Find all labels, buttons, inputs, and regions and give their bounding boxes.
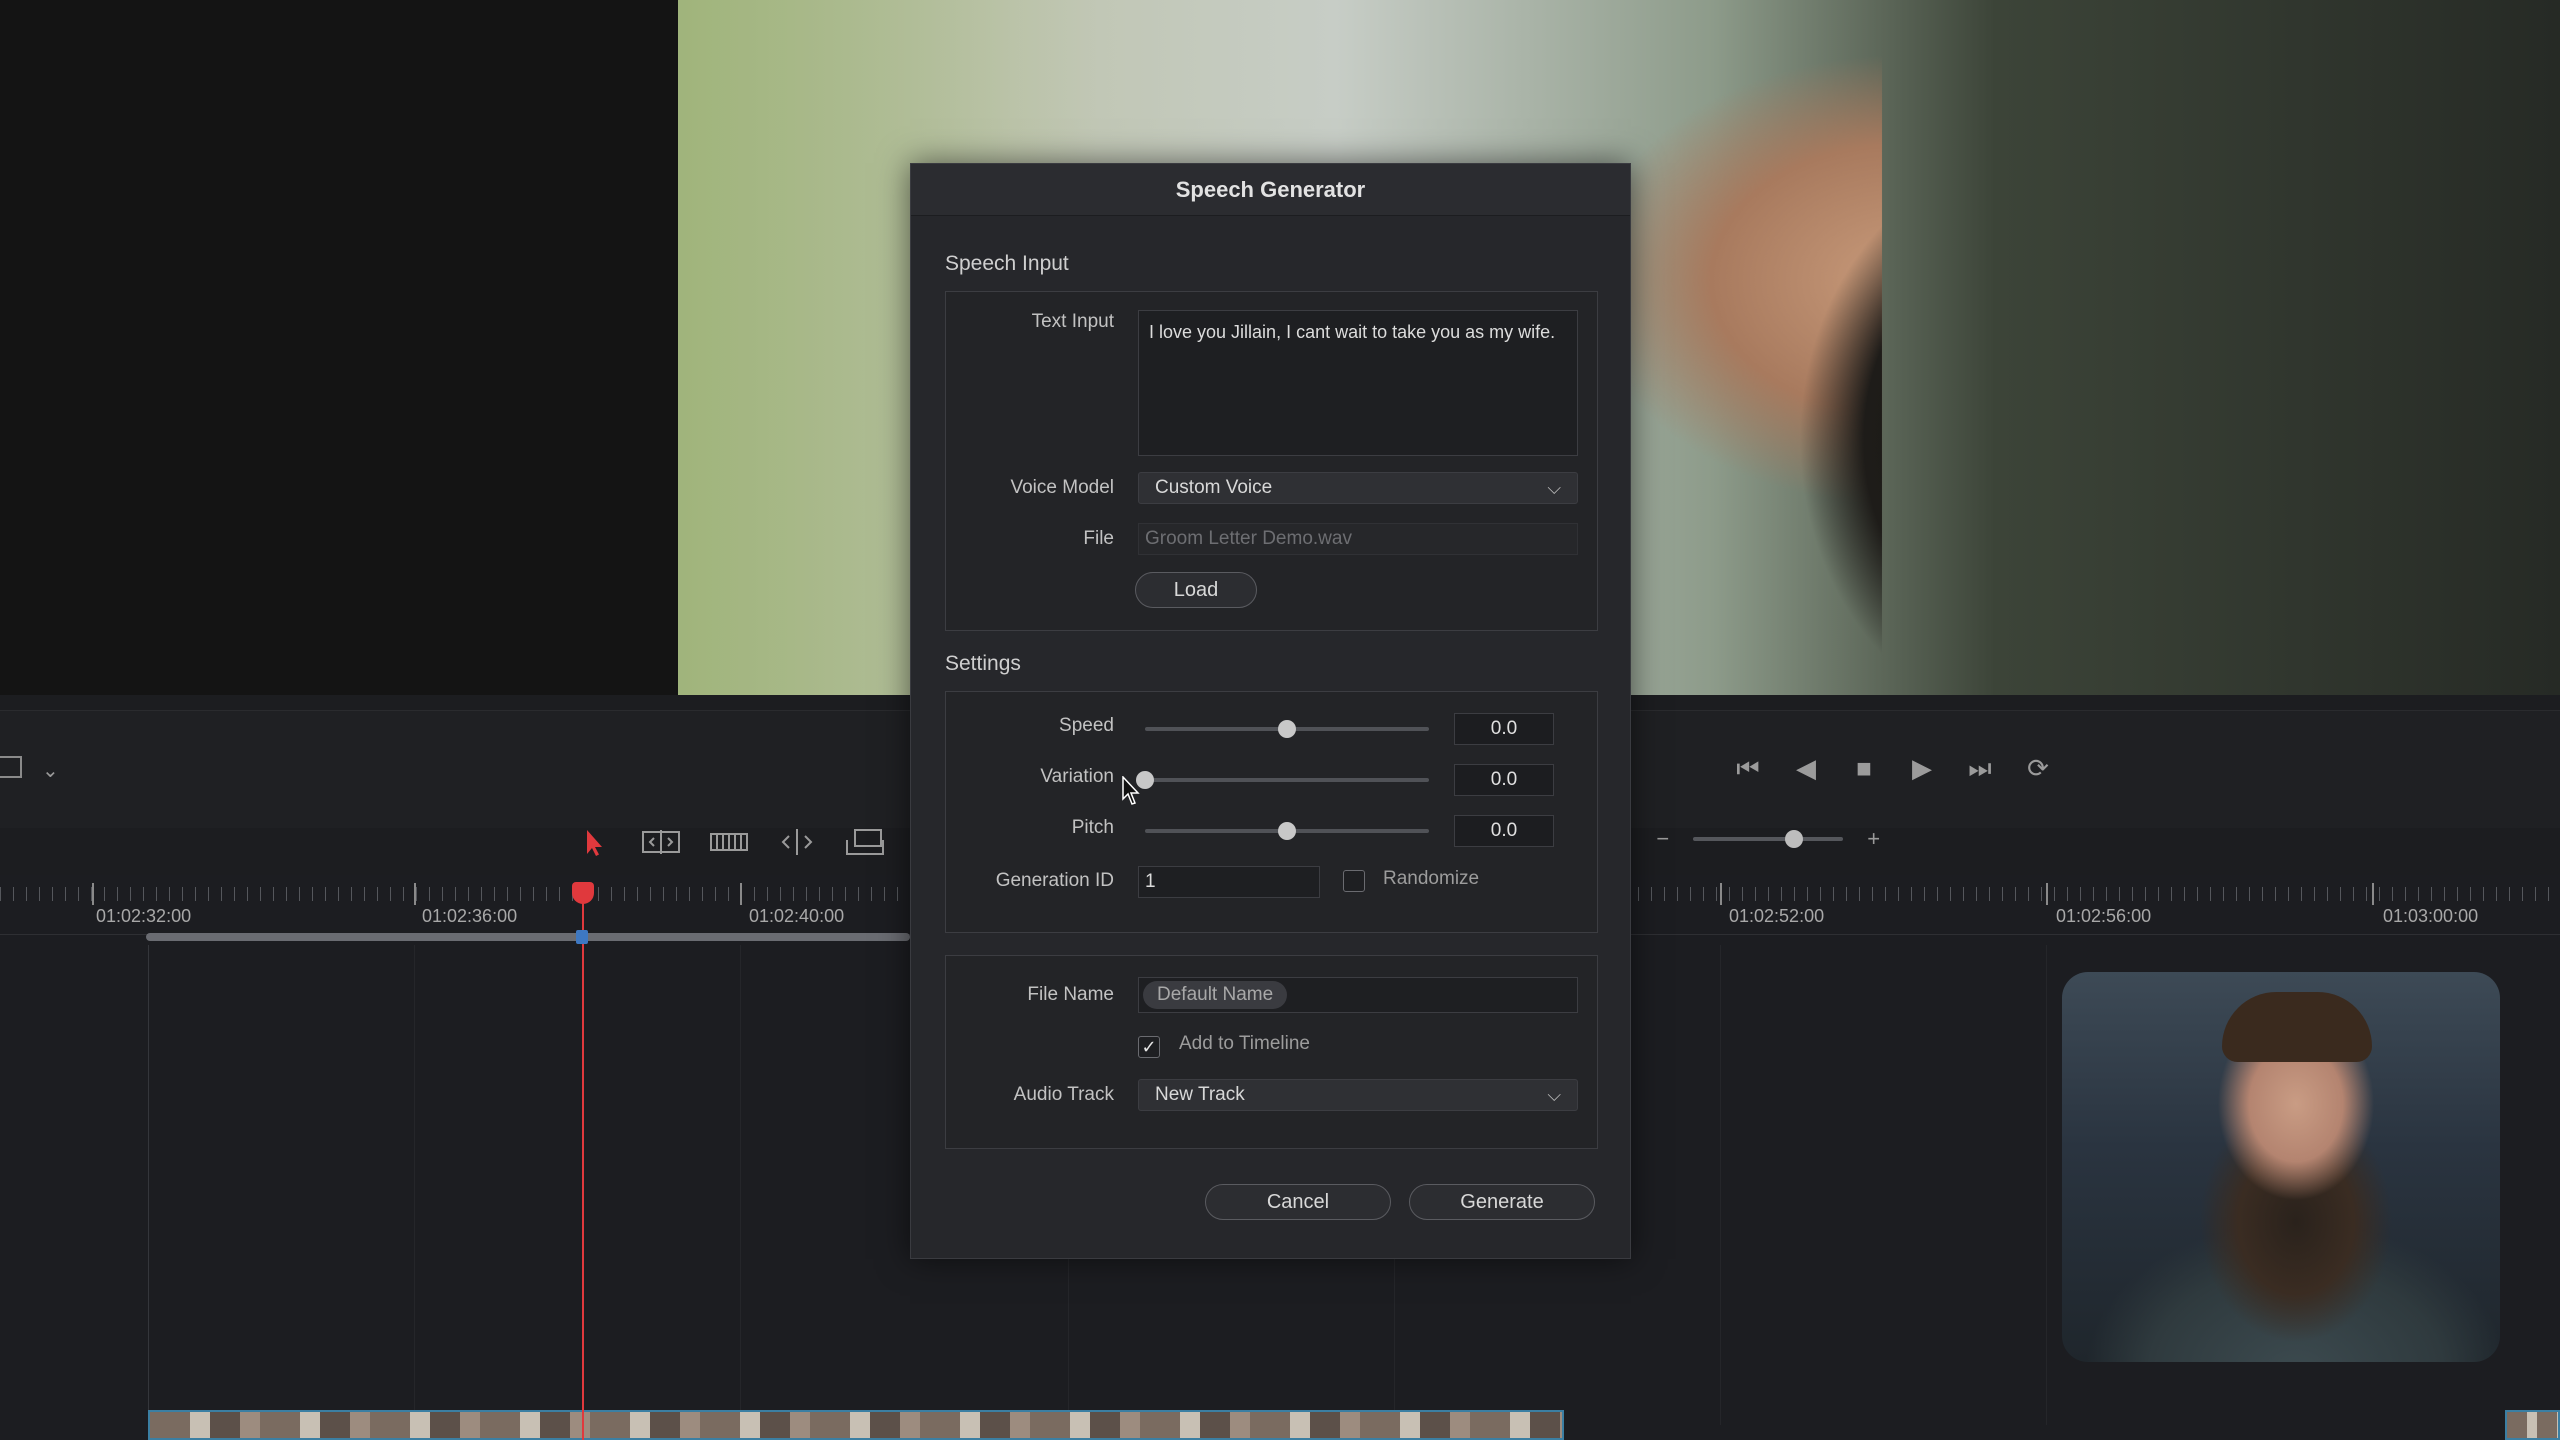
trim-edit-icon[interactable] xyxy=(638,824,684,860)
voice-model-label: Voice Model xyxy=(1010,477,1114,498)
file-name-chip[interactable]: Default Name xyxy=(1143,981,1288,1009)
speech-input-section-label: Speech Input xyxy=(945,252,1069,275)
ruler-major-tick xyxy=(740,883,742,905)
pitch-slider[interactable] xyxy=(1145,822,1429,840)
play-icon[interactable]: ▶ xyxy=(1906,752,1938,784)
playhead-line[interactable] xyxy=(582,895,584,1440)
zoom-out-icon[interactable]: − xyxy=(1656,826,1669,852)
transport-controls: ⏮ ◀ ■ ▶ ⏭ ⟳ xyxy=(1732,750,2054,786)
variation-label: Variation xyxy=(1040,766,1114,787)
audio-track-select[interactable]: New Track ⌵ xyxy=(1138,1079,1578,1111)
chevron-down-icon: ⌵ xyxy=(1547,1085,1561,1105)
speed-label: Speed xyxy=(1059,715,1114,736)
ruler-major-tick xyxy=(1720,883,1722,905)
generate-button[interactable]: Generate xyxy=(1409,1184,1595,1220)
chevron-down-icon[interactable]: ⌄ xyxy=(42,758,59,783)
ruler-major-tick xyxy=(414,883,416,905)
randomize-label: Randomize xyxy=(1383,868,1480,889)
ruler-timecode: 01:02:56:00 xyxy=(2056,906,2152,926)
generation-id-input[interactable]: 1 xyxy=(1138,866,1320,898)
zoom-in-icon[interactable]: + xyxy=(1867,826,1880,852)
timeline-grid-line xyxy=(740,945,741,1425)
presenter-webcam-overlay xyxy=(2062,972,2500,1362)
file-name-label: File Name xyxy=(1027,984,1114,1005)
pitch-slider-knob[interactable] xyxy=(1278,822,1296,840)
voice-model-value: Custom Voice xyxy=(1155,477,1273,498)
load-button[interactable]: Load xyxy=(1135,572,1257,608)
timeline-work-area-bar[interactable] xyxy=(146,933,910,941)
randomize-checkbox[interactable] xyxy=(1343,870,1365,892)
audio-track-value: New Track xyxy=(1155,1084,1245,1105)
timeline-grid-line xyxy=(414,945,415,1425)
generation-id-label: Generation ID xyxy=(995,870,1114,891)
variation-slider[interactable] xyxy=(1136,771,1429,789)
text-input-label: Text Input xyxy=(1031,311,1114,332)
speed-slider[interactable] xyxy=(1145,720,1429,738)
presenter-hair xyxy=(2222,992,2372,1062)
mouse-cursor-icon xyxy=(1122,776,1140,805)
ruler-timecode: 01:02:36:00 xyxy=(422,906,518,926)
voice-model-select[interactable]: Custom Voice ⌵ xyxy=(1138,472,1578,504)
pitch-value-field[interactable]: 0.0 xyxy=(1454,815,1554,847)
ruler-major-tick xyxy=(92,883,94,905)
ruler-timecode: 01:02:32:00 xyxy=(96,906,192,926)
settings-section-label: Settings xyxy=(945,652,1021,675)
viewer-empty-area xyxy=(0,0,678,695)
blade-icon[interactable] xyxy=(774,824,820,860)
variation-value-field[interactable]: 0.0 xyxy=(1454,764,1554,796)
insert-clip-icon[interactable] xyxy=(842,824,888,860)
ruler-timecode: 01:02:40:00 xyxy=(749,906,845,926)
ruler-major-tick xyxy=(2372,883,2374,905)
selection-arrow-icon[interactable] xyxy=(570,824,616,860)
loop-icon[interactable]: ⟳ xyxy=(2022,752,2054,784)
file-label: File xyxy=(1083,528,1114,549)
step-back-icon[interactable]: ◀ xyxy=(1790,752,1822,784)
chevron-down-icon: ⌵ xyxy=(1547,478,1561,498)
pitch-label: Pitch xyxy=(1071,817,1114,838)
timeline-zoom-control: ⌕ − + xyxy=(1618,824,1880,854)
zoom-slider-knob[interactable] xyxy=(1785,830,1804,848)
skip-to-end-icon[interactable]: ⏭ xyxy=(1964,752,1996,784)
text-input-area[interactable]: I love you Jillain, I cant wait to take … xyxy=(1138,310,1578,456)
stop-icon[interactable]: ■ xyxy=(1848,752,1880,784)
viewer-mode-icon[interactable] xyxy=(0,756,22,778)
ruler-timecode: 01:02:52:00 xyxy=(1729,906,1825,926)
cancel-button[interactable]: Cancel xyxy=(1205,1184,1391,1220)
speech-generator-dialog: Speech Generator Speech Input Text Input… xyxy=(910,163,1631,1259)
skip-to-start-icon[interactable]: ⏮ xyxy=(1732,752,1764,784)
zoom-slider[interactable] xyxy=(1693,830,1844,848)
timeline-grid-line xyxy=(1720,945,1721,1425)
add-to-timeline-label: Add to Timeline xyxy=(1179,1033,1310,1054)
video-clip-thumbnails[interactable] xyxy=(2505,1410,2560,1440)
track-header-divider xyxy=(148,945,149,1440)
ruler-timecode: 01:03:00:00 xyxy=(2383,906,2479,926)
dynamic-trim-icon[interactable] xyxy=(706,824,752,860)
audio-track-label: Audio Track xyxy=(1013,1084,1114,1105)
file-name-field[interactable]: Default Name xyxy=(1138,977,1578,1013)
edit-tools-toolbar xyxy=(570,822,888,862)
speed-value-field[interactable]: 0.0 xyxy=(1454,713,1554,745)
speed-slider-knob[interactable] xyxy=(1278,720,1296,738)
file-field[interactable]: Groom Letter Demo.wav xyxy=(1138,523,1578,555)
timeline-grid-line xyxy=(2046,945,2047,1425)
add-to-timeline-checkbox[interactable]: ✓ xyxy=(1138,1036,1160,1058)
video-clip-thumbnails[interactable] xyxy=(148,1410,1564,1440)
playhead-handle[interactable] xyxy=(572,882,594,904)
playhead-marker xyxy=(576,930,588,944)
ruler-major-tick xyxy=(2046,883,2048,905)
dialog-title: Speech Generator xyxy=(911,164,1630,216)
